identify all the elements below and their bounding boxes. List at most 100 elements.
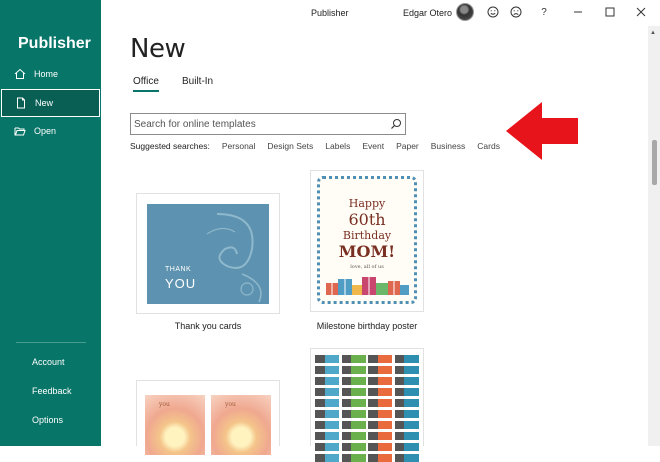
template-preview: Happy 60th Birthday MOM! love, all of us <box>317 176 417 304</box>
smiley-icon[interactable] <box>486 5 500 19</box>
template-preview: you you <box>145 395 271 455</box>
label-swatch <box>315 377 340 385</box>
label-swatch <box>341 355 367 363</box>
label-swatch <box>394 355 420 363</box>
close-icon[interactable] <box>634 5 648 19</box>
sidebar-item-account[interactable]: Account <box>32 357 65 367</box>
label-swatch <box>315 399 340 407</box>
frown-icon[interactable] <box>509 5 523 19</box>
label-swatch <box>341 377 367 385</box>
label-photo <box>368 355 378 363</box>
suggested-link-personal[interactable]: Personal <box>222 141 256 151</box>
label-photo <box>315 443 325 451</box>
label-color-block <box>351 355 366 363</box>
tab-office[interactable]: Office <box>133 76 159 92</box>
avatar[interactable] <box>456 3 474 21</box>
suggested-link-event[interactable]: Event <box>362 141 384 151</box>
label-swatch <box>315 454 340 462</box>
label-swatch <box>368 454 393 462</box>
label-photo <box>368 443 378 451</box>
label-color-block <box>404 377 419 385</box>
label-color-block <box>404 366 419 374</box>
sidebar-item-label: Open <box>34 126 57 136</box>
label-swatch <box>341 410 367 418</box>
preview-text: you <box>159 401 170 408</box>
label-photo <box>341 410 352 418</box>
search-input[interactable] <box>131 115 387 133</box>
label-swatch <box>368 388 393 396</box>
label-color-block <box>351 388 366 396</box>
label-photo <box>394 432 405 440</box>
label-swatch <box>341 388 367 396</box>
label-photo <box>368 377 378 385</box>
label-photo <box>315 421 325 429</box>
label-swatch <box>315 421 340 429</box>
label-color-block <box>404 432 419 440</box>
maximize-icon[interactable] <box>603 5 617 19</box>
scrollbar-thumb[interactable] <box>652 140 657 185</box>
label-color-block <box>404 355 419 363</box>
help-icon[interactable]: ? <box>537 5 551 19</box>
label-color-block <box>351 399 366 407</box>
sidebar-item-label: New <box>35 98 54 108</box>
sidebar-item-new[interactable]: New <box>1 89 100 117</box>
label-swatch <box>341 432 367 440</box>
label-photo <box>341 388 352 396</box>
label-color-block <box>377 432 393 440</box>
template-flower-cards[interactable]: you you <box>136 380 280 455</box>
title-bar: Publisher Edgar Otero ? <box>101 0 660 26</box>
scrollbar[interactable] <box>648 26 660 446</box>
sidebar: Publisher Home New Open Account Feedback… <box>0 0 101 446</box>
label-photo <box>368 388 378 396</box>
label-color-block <box>377 421 393 429</box>
label-swatch <box>368 443 393 451</box>
label-swatch <box>341 421 367 429</box>
folder-open-icon <box>14 125 26 137</box>
template-caption: Milestone birthday poster <box>316 321 418 331</box>
scroll-up-icon[interactable]: ▲ <box>650 30 656 36</box>
suggested-link-cards[interactable]: Cards <box>477 141 500 151</box>
label-color-block <box>377 377 393 385</box>
search-icon[interactable] <box>387 118 405 130</box>
sidebar-item-options[interactable]: Options <box>32 415 63 425</box>
label-photo <box>315 366 325 374</box>
preview-text: YOU <box>165 276 197 291</box>
label-swatch <box>368 377 393 385</box>
tab-built-in[interactable]: Built-In <box>182 76 213 87</box>
label-color-block <box>404 399 419 407</box>
sidebar-item-open[interactable]: Open <box>1 117 100 145</box>
sidebar-item-feedback[interactable]: Feedback <box>32 386 72 396</box>
user-name[interactable]: Edgar Otero <box>403 8 452 18</box>
label-photo <box>368 366 378 374</box>
label-swatch <box>315 355 340 363</box>
label-color-block <box>324 432 340 440</box>
flower-image: you <box>145 395 205 455</box>
template-caption: Thank you cards <box>174 321 242 331</box>
label-photo <box>315 410 325 418</box>
label-swatch <box>341 399 367 407</box>
annotation-arrow <box>506 102 578 160</box>
suggested-link-paper[interactable]: Paper <box>396 141 419 151</box>
template-thank-you-cards[interactable]: THANK YOU <box>136 193 280 314</box>
suggested-link-business[interactable]: Business <box>431 141 466 151</box>
label-photo <box>315 432 325 440</box>
minimize-icon[interactable] <box>571 5 585 19</box>
label-photo <box>315 355 325 363</box>
preview-text: Birthday <box>342 229 392 242</box>
label-color-block <box>324 377 340 385</box>
suggested-searches-label: Suggested searches: <box>130 141 210 151</box>
template-milestone-birthday-poster[interactable]: Happy 60th Birthday MOM! love, all of us <box>310 170 424 312</box>
label-color-block <box>351 454 366 462</box>
label-swatch <box>315 388 340 396</box>
suggested-link-design-sets[interactable]: Design Sets <box>267 141 313 151</box>
sidebar-item-home[interactable]: Home <box>1 60 100 88</box>
suggested-link-labels[interactable]: Labels <box>325 141 350 151</box>
template-labels[interactable] <box>310 348 424 462</box>
preview-text: love, all of us <box>350 264 384 270</box>
label-photo <box>341 366 352 374</box>
label-photo <box>341 421 352 429</box>
label-color-block <box>404 410 419 418</box>
gift-boxes-illustration <box>326 277 409 295</box>
flower-image: you <box>211 395 271 455</box>
suggested-searches: Suggested searches: Personal Design Sets… <box>130 141 512 151</box>
